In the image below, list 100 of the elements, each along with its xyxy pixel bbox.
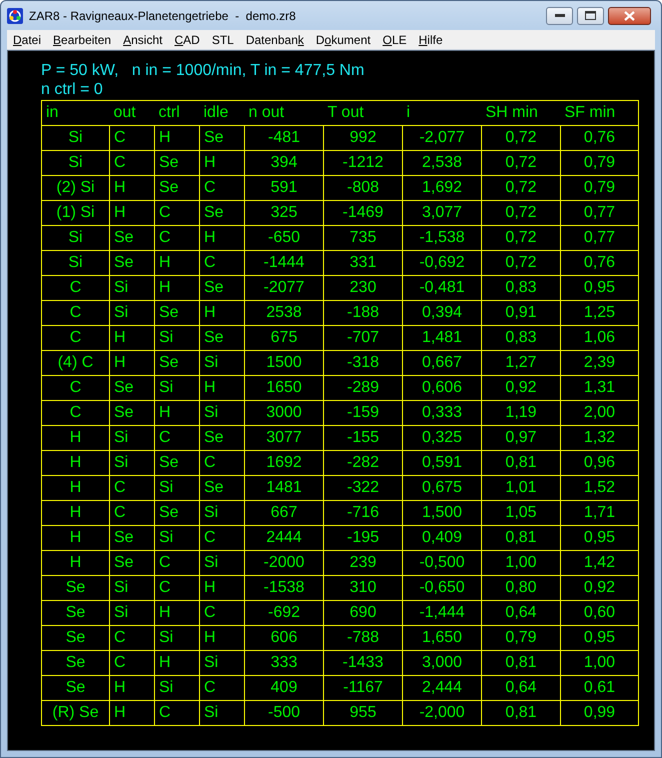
table-cell: 1481 [244,476,324,500]
table-cell: 0,92 [560,576,638,600]
table-cell: 1,25 [560,300,638,326]
table-cell: H [110,326,154,350]
menu-item[interactable]: Datenbank [240,30,310,48]
table-cell: 0,99 [560,700,638,726]
table-cell: 1,481 [402,326,482,350]
table-cell: 2538 [244,300,324,326]
table-cell: 1,00 [560,650,638,676]
table-cell: 1,52 [560,476,638,500]
table-cell: Se [200,276,244,300]
table-cell: 0,409 [402,526,482,550]
table-cell: 0,79 [482,626,560,650]
table-cell: Se [42,650,110,676]
table-cell: C [110,626,154,650]
menu-item[interactable]: Hilfe [412,30,449,48]
table-cell: C [42,376,110,400]
table-cell: 0,325 [402,426,482,450]
table-cell: 0,333 [402,400,482,426]
table-cell: 0,64 [482,600,560,626]
table-cell: -159 [324,400,402,426]
table-cell: 0,76 [560,250,638,276]
table-cell: -2000 [244,550,324,576]
table-cell: Si [200,650,244,676]
table-cell: H [42,500,110,526]
table-cell: Si [110,576,154,600]
table-cell: 0,72 [482,250,560,276]
table-cell: 1,500 [402,500,482,526]
table-cell: Si [42,150,110,176]
menu-item[interactable]: CAD [168,30,206,48]
table-cell: Se [42,600,110,626]
table-cell: Si [200,350,244,376]
menu-item[interactable]: STL [206,30,240,48]
menu-item[interactable]: Bearbeiten [47,30,118,48]
table-cell: H [110,176,154,200]
table-cell: 2,538 [402,150,482,176]
table-cell: -155 [324,426,402,450]
menu-item[interactable]: OLE [376,30,413,48]
table-cell: C [154,576,200,600]
table-cell: 0,95 [560,626,638,650]
table-cell: -188 [324,300,402,326]
table-cell: C [42,326,110,350]
menu-item[interactable]: Dokument [310,30,377,48]
table-cell: 310 [324,576,402,600]
table-cell: 0,675 [402,476,482,500]
minimize-button[interactable] [546,6,573,24]
table-cell: 1,06 [560,326,638,350]
table-cell: -1,444 [402,600,482,626]
table-cell: C [200,526,244,550]
table-cell: -289 [324,376,402,400]
table-cell: C [200,600,244,626]
table-cell: Se [154,350,200,376]
table-cell: 955 [324,700,402,726]
table-cell: 0,394 [402,300,482,326]
column-header: SF min [560,100,638,126]
table-cell: 0,92 [482,376,560,400]
table-cell: Si [110,276,154,300]
table-cell: Si [200,500,244,526]
table-cell: C [154,226,200,250]
table-cell: C [110,650,154,676]
table-cell: Si [154,376,200,400]
table-cell: -788 [324,626,402,650]
window-title: ZAR8 - Ravigneaux-Planetengetriebe - demo.zr8 [29,8,297,24]
table-cell: 1650 [244,376,324,400]
close-button[interactable] [608,6,651,24]
table-cell: C [110,476,154,500]
table-cell: C [42,300,110,326]
table-cell: -1433 [324,650,402,676]
table-cell: -692 [244,600,324,626]
table-cell: H [154,126,200,150]
table-cell: Si [154,476,200,500]
table-cell: 239 [324,550,402,576]
table-cell: 0,72 [482,126,560,150]
table-cell: C [110,126,154,150]
menu-item[interactable]: Datei [7,30,48,48]
table-cell: 0,79 [560,150,638,176]
table-cell: 0,606 [402,376,482,400]
table-cell: 0,60 [560,600,638,626]
table-cell: -1212 [324,150,402,176]
table-cell: Se [42,576,110,600]
table-cell: 0,97 [482,426,560,450]
table-cell: -1444 [244,250,324,276]
table-cell: 1,71 [560,500,638,526]
table-cell: 3,077 [402,200,482,226]
table-cell: 0,96 [560,450,638,476]
table-cell: C [200,176,244,200]
table-cell: 0,81 [482,450,560,476]
table-cell: (4) C [42,350,110,376]
summary-line: n ctrl = 0 [41,80,104,99]
table-cell: Se [200,126,244,150]
maximize-button[interactable] [577,6,604,24]
column-header: i [402,100,482,126]
table-cell: H [110,700,154,726]
table-cell: Se [154,150,200,176]
table-cell: -0,650 [402,576,482,600]
table-cell: 0,72 [482,200,560,226]
menu-item[interactable]: Ansicht [117,30,168,48]
table-cell: H [200,226,244,250]
table-cell: 0,61 [560,676,638,700]
table-cell: 1,692 [402,176,482,200]
